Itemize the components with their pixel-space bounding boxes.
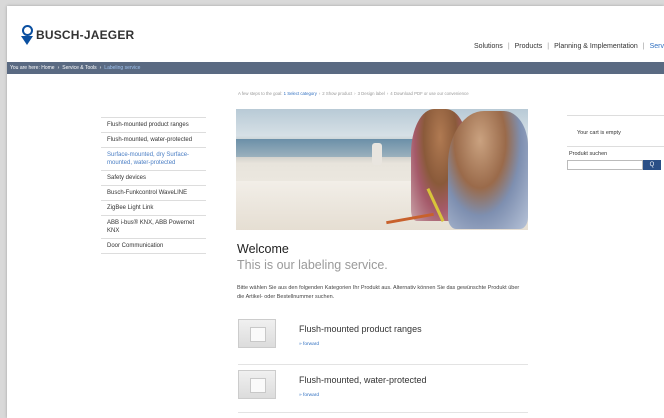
sidebar-item-funkcontrol-waveline[interactable]: Busch-Funkcontrol WaveLINE: [101, 186, 206, 201]
nav-item-products[interactable]: Products: [515, 43, 543, 50]
breadcrumb-home[interactable]: Home: [41, 65, 54, 71]
top-navigation: Solutions | Products | Planning & Implementa…: [474, 43, 664, 50]
step-design-label: 3 Design label: [357, 91, 385, 96]
cart-status: Your cart is empty: [567, 116, 664, 147]
sidebar-item-surface-mounted[interactable]: Surface-mounted, dry Surface-mounted, wa…: [101, 148, 206, 171]
brand-logo[interactable]: BUSCH-JAEGER: [21, 25, 134, 45]
nav-item-service[interactable]: Serv: [650, 43, 664, 50]
page: BUSCH-JAEGER Solutions | Products | Planning…: [7, 6, 664, 418]
breadcrumb-labeling-service[interactable]: Labeling service: [104, 65, 140, 71]
nav-item-planning[interactable]: Planning & Implementation: [554, 43, 638, 50]
nav-item-solutions[interactable]: Solutions: [474, 43, 503, 50]
search-row: Q: [567, 160, 664, 170]
intro-text: Bitte wählen Sie aus den folgenden Kateg…: [237, 285, 520, 300]
sidebar-item-door-communication[interactable]: Door Communication: [101, 239, 206, 254]
busch-jaeger-logo-icon: [21, 25, 33, 45]
steps-intro: A few steps to the goal:: [238, 91, 283, 96]
search-button[interactable]: Q: [643, 160, 661, 170]
product-category-row[interactable]: Flush-mounted product ranges » forward: [238, 319, 528, 365]
progress-steps: A few steps to the goal: 1 Select catego…: [238, 91, 469, 96]
forward-link[interactable]: » forward: [299, 393, 319, 398]
cart-panel: Your cart is empty Produkt suchen Q: [567, 115, 664, 170]
search-label: Produkt suchen: [569, 151, 608, 157]
product-category-row[interactable]: Flush-mounted, water-protected » forward: [238, 370, 528, 413]
product-category-title[interactable]: Flush-mounted, water-protected: [299, 375, 427, 385]
page-subtitle: This is our labeling service.: [237, 258, 388, 272]
product-thumbnail: [238, 370, 276, 399]
breadcrumb-prefix: You are here:: [10, 65, 40, 71]
category-sidebar: Flush-mounted product ranges Flush-mount…: [101, 117, 206, 254]
product-search-input[interactable]: [567, 160, 643, 170]
breadcrumb-service-tools[interactable]: Service & Tools: [62, 65, 96, 71]
sidebar-item-safety-devices[interactable]: Safety devices: [101, 171, 206, 186]
forward-link[interactable]: » forward: [299, 342, 319, 347]
sidebar-item-flush-mounted-water-protected[interactable]: Flush-mounted, water-protected: [101, 133, 206, 148]
step-show-product: 2 Show product: [322, 91, 353, 96]
sidebar-item-zigbee[interactable]: ZigBee Light Link: [101, 201, 206, 216]
page-title: Welcome: [237, 242, 289, 256]
product-thumbnail: [238, 319, 276, 348]
search-icon: Q: [649, 162, 655, 168]
breadcrumb: You are here: Home › Service & Tools › Label…: [7, 62, 664, 74]
step-select-category: 1 Select category: [283, 91, 317, 96]
hero-image: [236, 109, 528, 230]
logo-text: BUSCH-JAEGER: [36, 28, 135, 42]
sidebar-item-flush-mounted[interactable]: Flush-mounted product ranges: [101, 118, 206, 133]
sidebar-item-knx[interactable]: ABB i-bus® KNX, ABB Powernet KNX: [101, 216, 206, 239]
step-download-pdf: 4 Download PDF or use our convenience: [390, 91, 469, 96]
product-category-title[interactable]: Flush-mounted product ranges: [299, 324, 422, 334]
